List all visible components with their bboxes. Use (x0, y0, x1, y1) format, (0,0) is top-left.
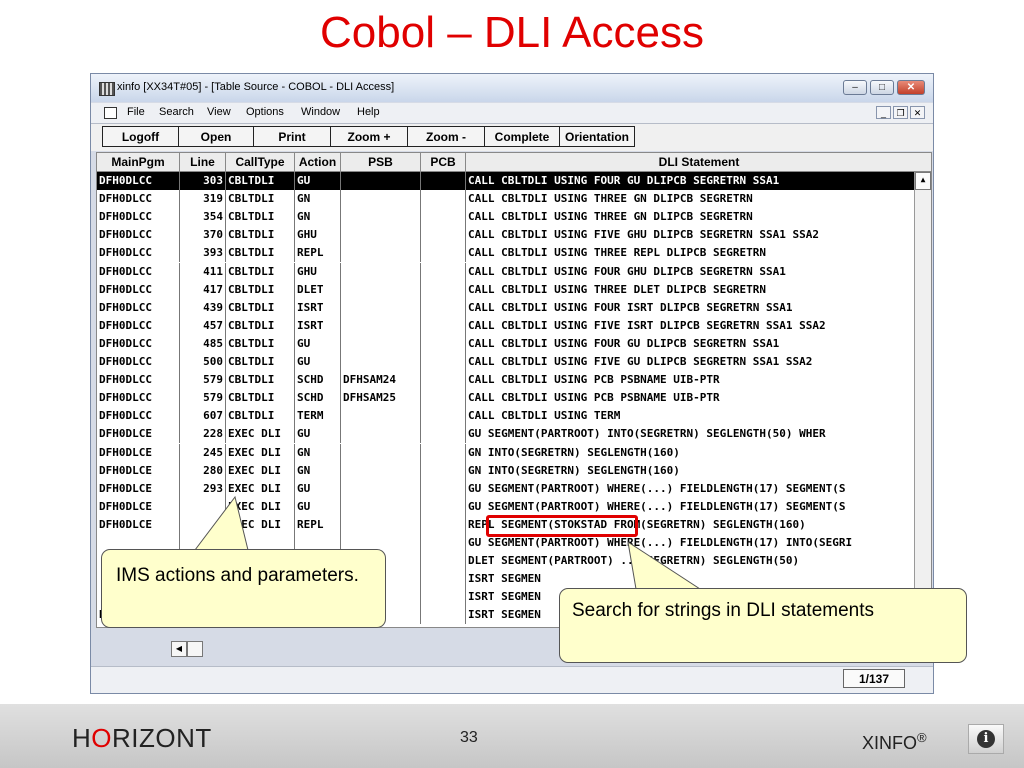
page-number: 33 (460, 729, 478, 746)
registered-mark: ® (917, 730, 927, 745)
logo-rest: RIZONT (112, 723, 212, 753)
slide-footer: HORIZONT 33 XINFO® i (0, 704, 1024, 768)
search-strings-callout: Search for strings in DLI statements (559, 588, 967, 663)
xinfo-brand: XINFO® (862, 730, 927, 754)
logo-o: O (91, 723, 113, 753)
info-button[interactable]: i (968, 724, 1004, 754)
left-callout-pointer (193, 495, 249, 551)
ims-actions-callout: IMS actions and parameters. (101, 549, 386, 628)
xinfo-name: XINFO (862, 733, 918, 753)
info-icon: i (977, 730, 995, 748)
right-callout-pointer (627, 540, 702, 590)
horizont-logo: HORIZONT (72, 723, 212, 754)
logo-h: H (72, 723, 92, 753)
